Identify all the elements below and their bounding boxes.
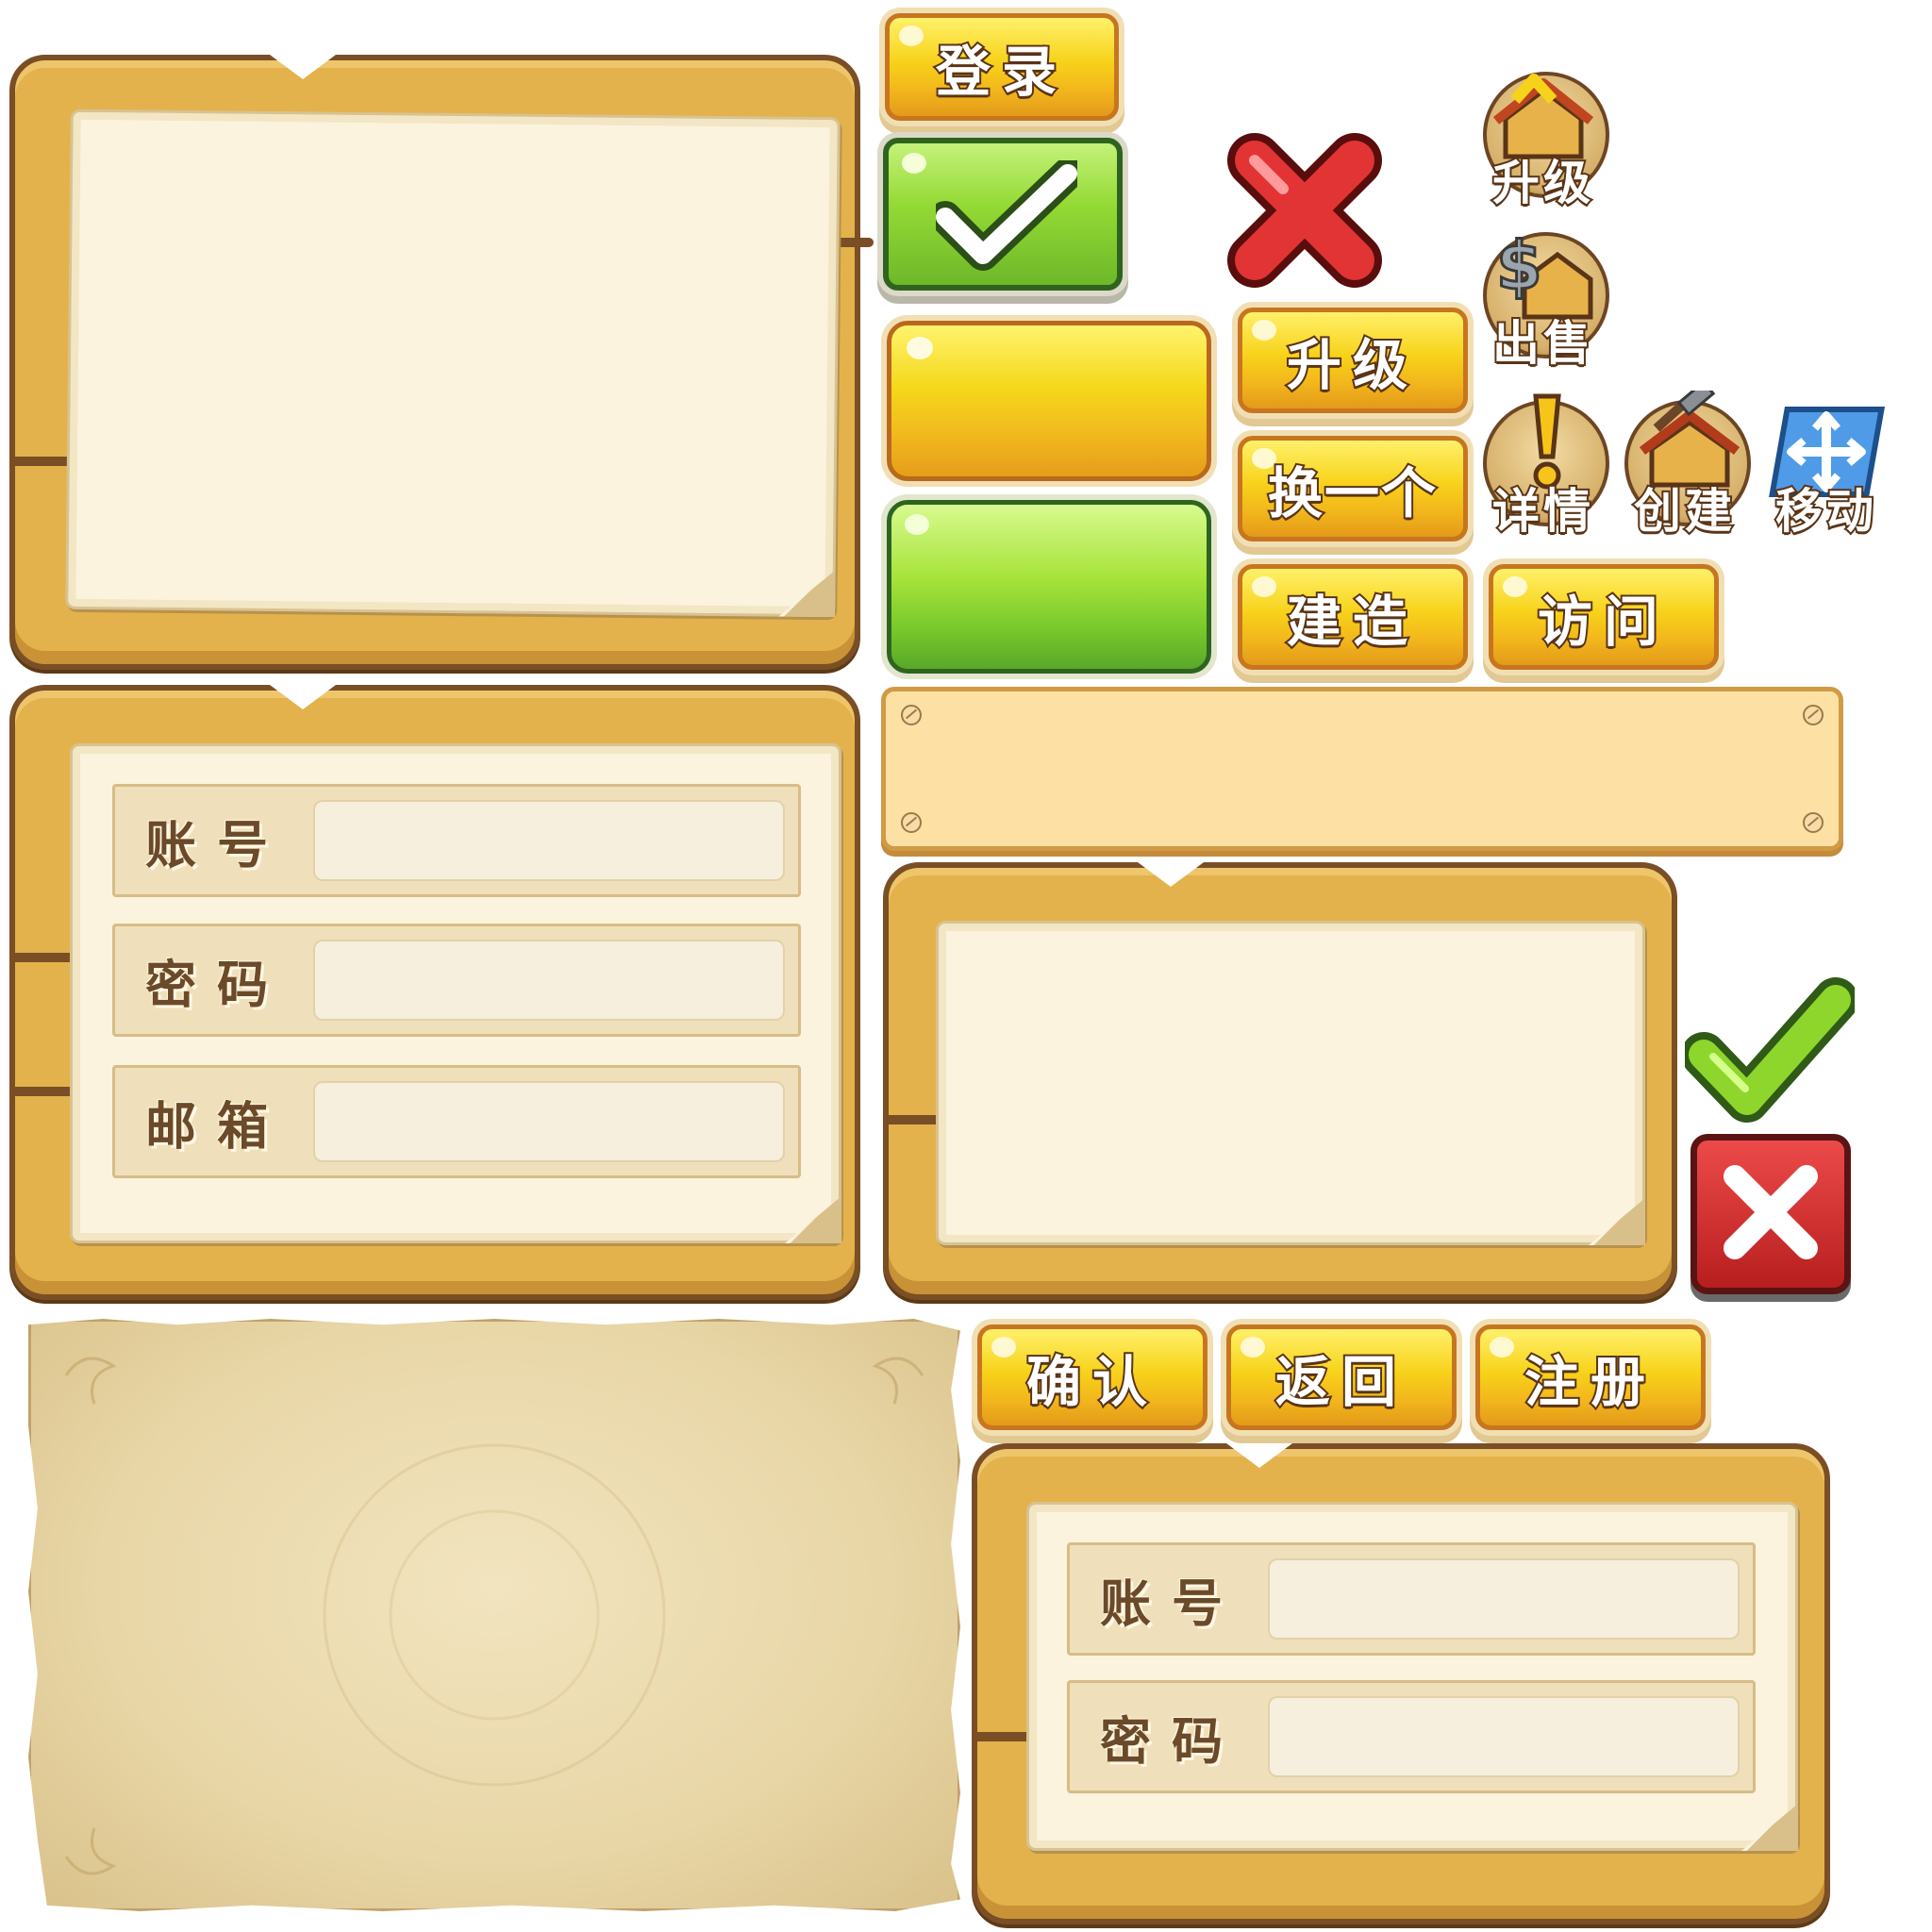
account-input[interactable] — [313, 800, 785, 881]
login-account-label: 账号 — [1100, 1574, 1243, 1634]
parchment-ornament — [64, 1357, 924, 1875]
create-icon-label: 创建 — [1632, 482, 1736, 541]
password-label: 密码 — [145, 955, 289, 1015]
svg-text:$: $ — [1496, 227, 1542, 305]
login-button[interactable]: 登录 — [885, 13, 1119, 121]
green-bar-button[interactable] — [887, 500, 1211, 674]
small-blank-board-panel — [883, 862, 1677, 1300]
move-icon-button[interactable]: 移动 — [1760, 391, 1892, 541]
create-icon-button[interactable]: 创建 — [1619, 391, 1751, 541]
paper-sheet — [936, 921, 1645, 1245]
account-label: 账号 — [145, 815, 289, 875]
paper-sheet: 账号 密码 — [1026, 1502, 1798, 1851]
paper-sheet: 账号 密码 邮箱 — [70, 743, 841, 1243]
login-form-panel: 账号 密码 — [972, 1443, 1830, 1924]
upgrade-icon-button[interactable]: 升级 — [1477, 62, 1609, 213]
register-form-panel: 账号 密码 邮箱 — [9, 685, 860, 1300]
sell-icon-button[interactable]: $ 出售 — [1477, 223, 1609, 374]
confirm-check-button[interactable] — [883, 138, 1123, 291]
visit-button[interactable]: 访问 — [1489, 564, 1719, 670]
close-icon — [1724, 1165, 1818, 1259]
paper-sheet — [65, 108, 841, 618]
title-bar-plate — [881, 687, 1843, 851]
password-row: 密码 — [112, 924, 801, 1037]
green-check-icon[interactable] — [1685, 977, 1855, 1128]
login-account-input[interactable] — [1268, 1558, 1740, 1640]
login-password-input[interactable] — [1268, 1696, 1740, 1777]
upgrade-icon-label: 升级 — [1491, 154, 1594, 212]
register-button[interactable]: 注册 — [1475, 1324, 1706, 1430]
sell-icon-label: 出售 — [1491, 314, 1594, 373]
email-row: 邮箱 — [112, 1065, 801, 1178]
swap-button[interactable]: 换一个 — [1238, 436, 1468, 541]
upgrade-button[interactable]: 升级 — [1238, 308, 1468, 413]
red-close-button[interactable] — [1690, 1134, 1851, 1294]
move-icon-label: 移动 — [1774, 482, 1877, 541]
email-input[interactable] — [313, 1081, 785, 1162]
email-label: 邮箱 — [145, 1096, 289, 1157]
details-icon-label: 详情 — [1491, 482, 1594, 541]
confirm-button[interactable]: 确认 — [977, 1324, 1208, 1430]
red-x-icon[interactable] — [1226, 132, 1383, 289]
login-password-label: 密码 — [1100, 1711, 1243, 1772]
yellow-bar-button[interactable] — [887, 321, 1211, 481]
login-account-row: 账号 — [1067, 1542, 1756, 1656]
blank-board-panel — [9, 55, 874, 670]
account-row: 账号 — [112, 784, 801, 897]
build-button[interactable]: 建造 — [1238, 564, 1468, 670]
password-input[interactable] — [313, 940, 785, 1021]
login-password-row: 密码 — [1067, 1680, 1756, 1793]
back-button[interactable]: 返回 — [1226, 1324, 1457, 1430]
details-icon-button[interactable]: 详情 — [1477, 391, 1609, 541]
check-icon — [936, 160, 1077, 271]
